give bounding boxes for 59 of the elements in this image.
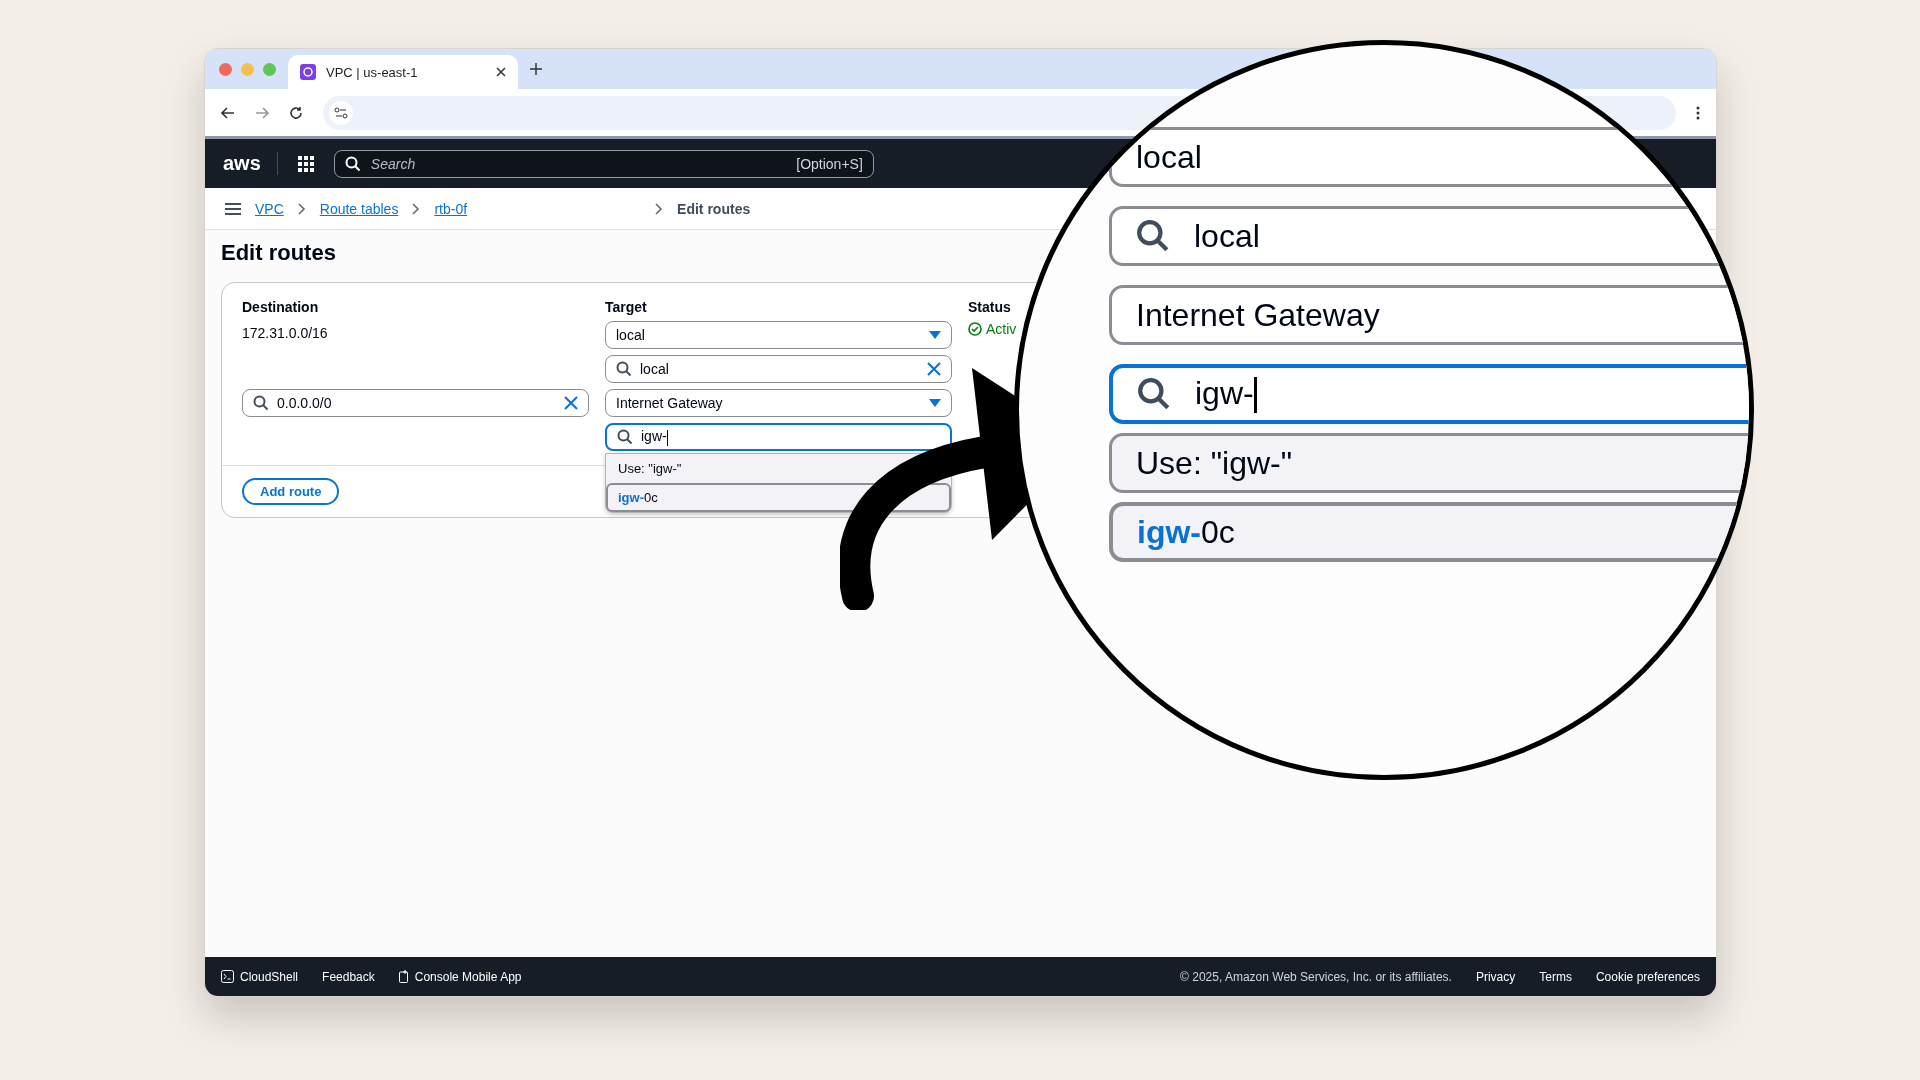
search-icon bbox=[617, 429, 633, 445]
site-settings-icon[interactable] bbox=[329, 100, 353, 125]
target-select[interactable]: Internet Gateway bbox=[605, 389, 952, 417]
mobile-icon bbox=[398, 970, 409, 983]
current-page-text: Edit routes bbox=[677, 200, 751, 217]
reload-icon[interactable] bbox=[289, 105, 303, 120]
menu-icon[interactable] bbox=[225, 202, 241, 215]
terminal-icon bbox=[221, 970, 234, 983]
caret-icon bbox=[929, 331, 941, 339]
chevron-icon bbox=[655, 202, 664, 215]
column-header: Target bbox=[605, 299, 648, 315]
destination-text: 172.31.0.0/16 bbox=[242, 324, 329, 341]
footer-link[interactable]: Cookie preferences bbox=[1595, 969, 1700, 984]
check-circle-icon bbox=[968, 322, 982, 336]
footer-link[interactable]: Feedback bbox=[322, 969, 375, 984]
chevron-icon bbox=[297, 202, 306, 215]
search-icon bbox=[1137, 377, 1171, 411]
footer-link[interactable]: CloudShell bbox=[221, 969, 299, 984]
target-search-field[interactable]: local bbox=[605, 355, 952, 383]
zoomed-field: igw- bbox=[1109, 364, 1749, 424]
search-field[interactable]: Search [Option+S] bbox=[333, 149, 874, 178]
search-icon bbox=[253, 395, 269, 411]
clear-icon[interactable] bbox=[927, 362, 941, 376]
breadcrumb-link[interactable]: Route tables bbox=[319, 200, 399, 217]
back-icon[interactable] bbox=[221, 106, 235, 119]
copyright-text: © 2025, Amazon Web Services, Inc. or its affiliates. bbox=[1180, 969, 1452, 984]
footer-link[interactable]: Terms bbox=[1539, 969, 1572, 984]
menu-icon[interactable] bbox=[1696, 105, 1700, 120]
footer-link[interactable]: Console Mobile App bbox=[398, 969, 522, 984]
search-icon bbox=[344, 155, 361, 172]
tab-title: VPC | us-east-1 bbox=[326, 64, 419, 80]
column-header: Destination bbox=[242, 299, 320, 315]
column-header: Status bbox=[968, 299, 1012, 315]
clear-icon[interactable] bbox=[564, 396, 578, 410]
add-route-button[interactable]: Add route bbox=[242, 478, 340, 505]
destination-field[interactable]: 0.0.0.0/0 bbox=[242, 389, 589, 417]
apps-grid-icon[interactable] bbox=[297, 155, 314, 172]
search-icon bbox=[616, 361, 632, 377]
target-search-field[interactable]: igw- bbox=[605, 423, 952, 451]
cloud-favicon-icon bbox=[300, 64, 316, 80]
shortcut-hint: [Option+S] bbox=[796, 155, 863, 172]
breadcrumb-link[interactable]: VPC bbox=[255, 200, 284, 217]
footer-link[interactable]: Privacy bbox=[1475, 969, 1516, 984]
close-tab-icon[interactable] bbox=[496, 67, 506, 77]
logo[interactable]: aws bbox=[223, 152, 278, 175]
new-tab-icon[interactable] bbox=[530, 63, 542, 75]
target-select[interactable]: local bbox=[605, 321, 952, 349]
dropdown-option[interactable]: Use: "igw-" bbox=[606, 454, 951, 483]
browser-tab[interactable]: VPC | us-east-1 bbox=[288, 55, 518, 89]
chevron-icon bbox=[412, 202, 421, 215]
dropdown-option[interactable]: igw-0c bbox=[606, 483, 951, 512]
text-cursor bbox=[1253, 377, 1257, 414]
forward-icon[interactable] bbox=[255, 106, 269, 119]
caret-icon bbox=[929, 399, 941, 407]
search-icon bbox=[1136, 219, 1170, 253]
breadcrumb-link[interactable]: rtb-0f bbox=[434, 200, 468, 217]
page-title: Edit routes bbox=[221, 240, 337, 266]
zoomed-option: Use: "igw-" bbox=[1109, 433, 1749, 493]
text-cursor bbox=[666, 429, 668, 446]
